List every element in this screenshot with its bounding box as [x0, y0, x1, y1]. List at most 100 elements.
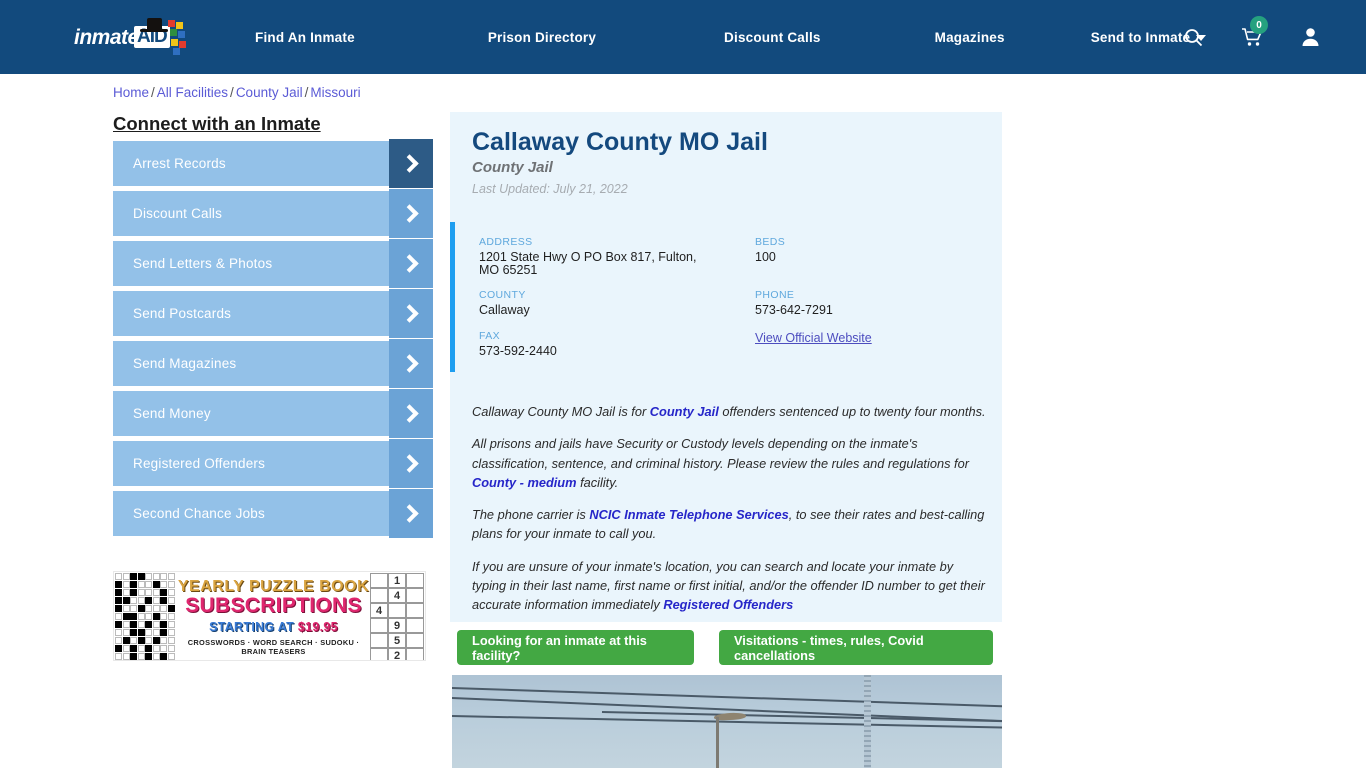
field-fax: FAX 573-592-2440	[479, 330, 719, 358]
sidebar-item-label: Second Chance Jobs	[133, 506, 265, 521]
field-phone-value: 573-642-7291	[755, 303, 833, 317]
logo-blocks-icon	[168, 20, 190, 56]
paragraph-1: Callaway County MO Jail is for County Ja…	[472, 402, 988, 421]
logo-hat-icon	[140, 16, 168, 32]
sidebar-item-label: Arrest Records	[133, 156, 226, 171]
nav-item-prison-directory[interactable]: Prison Directory	[488, 30, 596, 45]
sidebar-item-send-letters-photos[interactable]: Send Letters & Photos	[113, 239, 433, 288]
search-icon[interactable]	[1184, 28, 1203, 47]
chevron-right-icon	[389, 389, 433, 438]
field-beds-value: 100	[755, 250, 776, 264]
paragraph-3: The phone carrier is NCIC Inmate Telepho…	[472, 505, 988, 544]
last-updated-text: Last Updated: July 21, 2022	[472, 182, 628, 196]
field-address-value: 1201 State Hwy O PO Box 817, Fulton, MO …	[479, 250, 697, 277]
paragraph-2-text-a: All prisons and jails have Security or C…	[472, 436, 969, 471]
field-beds: BEDS 100	[755, 236, 935, 264]
official-website-link[interactable]: View Official Website	[755, 331, 872, 345]
ad-line-3: STARTING AT $19.95	[176, 620, 371, 634]
accent-bar	[450, 222, 455, 372]
sidebar-item-label: Send Money	[133, 406, 211, 421]
link-registered-offenders[interactable]: Registered Offenders	[663, 597, 793, 612]
sidebar-item-send-money[interactable]: Send Money	[113, 389, 433, 438]
paragraph-4: If you are unsure of your inmate's locat…	[472, 557, 988, 615]
page-title: Callaway County MO Jail	[472, 128, 768, 156]
nav-item-discount-calls[interactable]: Discount Calls	[724, 30, 821, 45]
field-county-label: COUNTY	[479, 289, 526, 301]
link-county-jail[interactable]: County Jail	[650, 404, 719, 419]
ad-line-2: SUBSCRIPTIONS	[185, 594, 362, 617]
sidebar-item-send-magazines[interactable]: Send Magazines	[113, 339, 433, 388]
field-fax-value: 573-592-2440	[479, 344, 557, 358]
sidebar-item-arrest-records[interactable]: Arrest Records	[113, 139, 433, 188]
sidebar-item-label: Discount Calls	[133, 206, 223, 221]
link-ncic-telephone-services[interactable]: NCIC Inmate Telephone Services	[589, 507, 788, 522]
sidebar-heading: Connect with an Inmate	[113, 113, 321, 134]
breadcrumb-separator: /	[230, 85, 234, 100]
paragraph-2-text-b: facility.	[576, 474, 619, 490]
sidebar-menu: Arrest Records Discount Calls Send Lette…	[113, 139, 433, 541]
breadcrumb-separator: /	[151, 85, 155, 100]
facility-photo	[452, 675, 1002, 768]
paragraph-1-text-b: offenders sentenced up to twenty four mo…	[718, 404, 986, 419]
nav-item-magazines[interactable]: Magazines	[935, 30, 1005, 45]
radio-tower-graphic	[864, 675, 871, 768]
logo-wordmark: inmate	[74, 26, 139, 49]
paragraph-1-text-a: Callaway County MO Jail is for	[472, 404, 650, 419]
crossword-grid-graphic	[114, 572, 176, 660]
sidebar-item-registered-offenders[interactable]: Registered Offenders	[113, 439, 433, 488]
field-beds-label: BEDS	[755, 236, 786, 248]
ad-line-4: CROSSWORDS · WORD SEARCH · SUDOKU · BRAI…	[187, 638, 360, 656]
main-navigation: Find An Inmate Prison Directory Discount…	[255, 0, 1207, 74]
sidebar-item-send-postcards[interactable]: Send Postcards	[113, 289, 433, 338]
field-fax-label: FAX	[479, 330, 501, 342]
site-header: inmate AID Find An Inmate Prison Directo…	[0, 0, 1366, 74]
sidebar-item-label: Send Letters & Photos	[133, 256, 273, 271]
header-icon-group: 0	[1184, 0, 1320, 74]
chevron-right-icon	[389, 239, 433, 288]
puzzle-book-ad-banner[interactable]: 144952 YEARLY PUZZLE BOOK SUBSCRIPTIONS …	[113, 571, 426, 661]
chevron-right-icon	[389, 139, 433, 188]
facility-type-subtitle: County Jail	[472, 159, 553, 176]
street-lamp-post-graphic	[716, 717, 719, 768]
field-phone: PHONE 573-642-7291	[755, 289, 935, 317]
ad-line-3-prefix: STARTING AT	[209, 620, 298, 634]
ad-price: $19.95	[297, 620, 338, 634]
sidebar-item-second-chance-jobs[interactable]: Second Chance Jobs	[113, 489, 433, 538]
field-address: ADDRESS 1201 State Hwy O PO Box 817, Ful…	[479, 236, 719, 277]
breadcrumb-item-home[interactable]: Home	[113, 85, 149, 100]
cart-icon[interactable]: 0	[1241, 16, 1268, 47]
chevron-right-icon	[389, 339, 433, 388]
sudoku-grid-graphic: 144952	[369, 572, 425, 660]
chevron-right-icon	[389, 489, 433, 538]
field-official-website: View Official Website	[755, 332, 955, 345]
nav-item-send-to-inmate-label: Send to Inmate	[1090, 29, 1191, 45]
paragraph-3-text-a: The phone carrier is	[472, 507, 590, 523]
field-address-label: ADDRESS	[479, 236, 533, 248]
paragraph-2: All prisons and jails have Security or C…	[472, 434, 988, 492]
chevron-right-icon	[389, 289, 433, 338]
facility-description: Callaway County MO Jail is for County Ja…	[472, 402, 988, 628]
sidebar-item-label: Send Postcards	[133, 306, 232, 321]
cart-count-badge: 0	[1250, 16, 1268, 34]
site-logo[interactable]: inmate AID	[74, 18, 196, 58]
breadcrumb-item-all-facilities[interactable]: All Facilities	[157, 85, 228, 100]
breadcrumb-item-county-jail[interactable]: County Jail	[236, 85, 303, 100]
inmate-search-button[interactable]: Looking for an inmate at this facility?	[457, 630, 694, 665]
field-county: COUNTY Callaway	[479, 289, 719, 317]
field-phone-label: PHONE	[755, 289, 795, 301]
link-county-medium[interactable]: County - medium	[472, 475, 577, 490]
breadcrumb: Home / All Facilities / County Jail / Missouri	[113, 85, 361, 100]
user-account-icon[interactable]	[1301, 27, 1320, 47]
chevron-right-icon	[389, 439, 433, 488]
ad-copy: YEARLY PUZZLE BOOK SUBSCRIPTIONS STARTIN…	[176, 578, 371, 656]
chevron-right-icon	[389, 189, 433, 238]
sidebar-item-label: Send Magazines	[133, 356, 237, 371]
visitation-info-button[interactable]: Visitations - times, rules, Covid cancel…	[719, 630, 993, 665]
sidebar-item-label: Registered Offenders	[133, 456, 266, 471]
breadcrumb-separator: /	[304, 85, 309, 100]
field-county-value: Callaway	[479, 303, 530, 317]
facility-info-block: ADDRESS 1201 State Hwy O PO Box 817, Ful…	[450, 222, 1002, 372]
nav-item-find-an-inmate[interactable]: Find An Inmate	[255, 30, 355, 45]
breadcrumb-item-missouri[interactable]: Missouri	[310, 85, 360, 100]
sidebar-item-discount-calls[interactable]: Discount Calls	[113, 189, 433, 238]
